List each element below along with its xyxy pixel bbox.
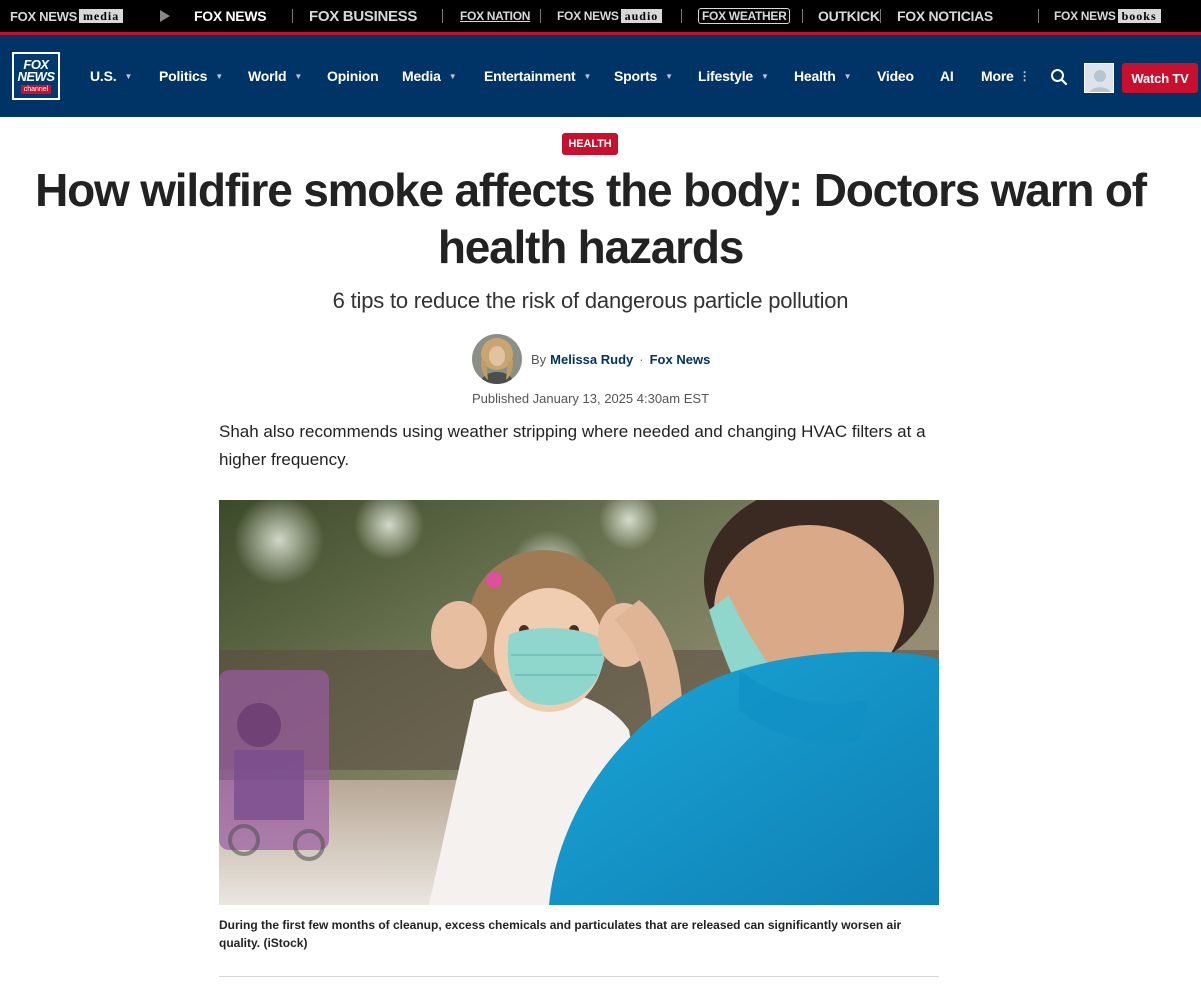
- nav-item-sports[interactable]: Sports ▼: [614, 66, 673, 86]
- net-link-fox-weather-label: FOX WEATHER: [702, 9, 787, 23]
- nav-items: U.S. ▼ Politics ▼ World ▼ Opinion Media …: [0, 35, 1201, 117]
- byline-prefix: By: [531, 351, 547, 367]
- net-link-fox-noticias[interactable]: FOX NOTICIAS: [897, 0, 993, 32]
- chevron-down-icon: ▼: [124, 71, 133, 81]
- nav-item-video[interactable]: Video: [877, 66, 914, 86]
- net-link-fox-news-media-label: FOX NEWS: [10, 8, 77, 24]
- author-row: By Melissa Rudy · Fox News: [472, 334, 710, 384]
- net-link-fox-news-audio[interactable]: FOX NEWS audio: [557, 0, 663, 32]
- content-divider: [219, 976, 939, 977]
- nav-item-label: U.S.: [90, 68, 117, 84]
- nav-item-opinion[interactable]: Opinion: [327, 66, 379, 86]
- user-avatar-icon[interactable]: [1084, 63, 1114, 93]
- net-link-fox-news-media-box: media: [78, 9, 124, 23]
- published-date: Published January 13, 2025 4:30am EST: [471, 391, 710, 406]
- author-name-link[interactable]: Melissa Rudy: [550, 352, 633, 367]
- net-link-fox-business-label: FOX BUSINESS: [309, 7, 418, 25]
- chevron-down-icon: ▼: [761, 71, 769, 81]
- net-link-fox-nation[interactable]: FOX NATION: [460, 0, 530, 32]
- source-link[interactable]: Fox News: [650, 352, 711, 367]
- nav-item-health[interactable]: Health ▼: [794, 66, 852, 86]
- article-subheadline: 6 tips to reduce the risk of dangerous p…: [332, 288, 849, 313]
- nav-item-world[interactable]: World ▼: [248, 66, 302, 86]
- net-link-fox-weather[interactable]: FOX WEATHER: [698, 8, 791, 24]
- net-link-fox-news-media[interactable]: FOX NEWS media: [10, 0, 124, 32]
- nav-item-lifestyle[interactable]: Lifestyle ▼: [698, 66, 769, 86]
- main-nav: FOX NEWS channel U.S. ▼ Politics ▼ World…: [0, 35, 1201, 117]
- chevron-down-icon: ▼: [843, 71, 852, 81]
- chevron-down-icon: ▼: [215, 71, 223, 81]
- byline-separator: ·: [639, 351, 644, 367]
- article-headline: How wildfire smoke affects the body: Doc…: [35, 164, 1147, 273]
- net-separator: [540, 9, 541, 23]
- net-separator: [802, 9, 803, 23]
- nav-item-label: World: [248, 68, 287, 84]
- net-link-fox-news-books-label: FOX NEWS: [1054, 9, 1116, 23]
- nav-item-label: Entertainment: [484, 68, 576, 84]
- nav-item-label: More: [981, 68, 1014, 84]
- net-separator: [880, 9, 881, 23]
- category-badge[interactable]: HEALTH: [562, 133, 618, 155]
- chevron-down-icon: ▼: [294, 71, 303, 81]
- net-link-outkick[interactable]: OUTKICK: [818, 0, 880, 32]
- author-avatar[interactable]: [472, 334, 522, 384]
- byline: By Melissa Rudy · Fox News: [531, 352, 710, 367]
- article-paragraph: Shah also recommends using weather strip…: [219, 422, 926, 469]
- play-icon: [160, 10, 170, 22]
- net-link-fox-news-audio-label: FOX NEWS: [557, 9, 619, 23]
- net-separator: [292, 9, 293, 23]
- nav-item-label: Video: [877, 68, 914, 84]
- nav-item-label: Opinion: [327, 68, 379, 84]
- net-link-fox-news[interactable]: FOX NEWS: [194, 0, 267, 32]
- nav-item-us[interactable]: U.S. ▼: [90, 66, 132, 86]
- chevron-down-icon: ▼: [448, 71, 457, 81]
- net-separator: [442, 9, 443, 23]
- nav-item-ai[interactable]: AI: [940, 66, 954, 86]
- net-link-outkick-label: OUTKICK: [818, 8, 880, 24]
- nav-item-label: Media: [402, 68, 441, 84]
- nav-item-label: Lifestyle: [698, 68, 753, 84]
- net-separator: [1038, 9, 1039, 23]
- net-separator: [681, 9, 682, 23]
- net-link-fox-nation-label: FOX NATION: [460, 9, 531, 23]
- nav-item-entertainment[interactable]: Entertainment ▼: [484, 66, 591, 86]
- nav-item-label: AI: [940, 68, 954, 84]
- image-caption: During the first few months of cleanup, …: [219, 918, 902, 950]
- watch-tv-button[interactable]: Watch TV: [1122, 63, 1198, 93]
- nav-item-label: Health: [794, 68, 836, 84]
- more-dots-icon: ⋮: [1018, 69, 1031, 83]
- net-link-fox-business[interactable]: FOX BUSINESS: [309, 0, 417, 32]
- net-link-fox-news-label: FOX NEWS: [194, 8, 267, 24]
- search-icon[interactable]: [1050, 68, 1068, 86]
- nav-item-label: Sports: [614, 68, 658, 84]
- net-link-fox-noticias-label: FOX NOTICIAS: [897, 8, 993, 24]
- nav-item-politics[interactable]: Politics ▼: [159, 66, 223, 86]
- nav-item-more[interactable]: More ⋮: [981, 66, 1031, 86]
- chevron-down-icon: ▼: [665, 71, 673, 81]
- nav-item-label: Politics: [159, 68, 208, 84]
- net-link-fox-news-books-box: books: [1117, 9, 1161, 23]
- chevron-down-icon: ▼: [583, 71, 592, 81]
- nav-item-media[interactable]: Media ▼: [402, 66, 457, 86]
- network-bar: FOX NEWS media FOX NEWS FOX BUSINESS FOX…: [0, 0, 1201, 35]
- net-link-fox-news-audio-box: audio: [620, 9, 663, 23]
- article-image: [219, 500, 939, 905]
- net-link-fox-news-books[interactable]: FOX NEWS books: [1054, 0, 1161, 32]
